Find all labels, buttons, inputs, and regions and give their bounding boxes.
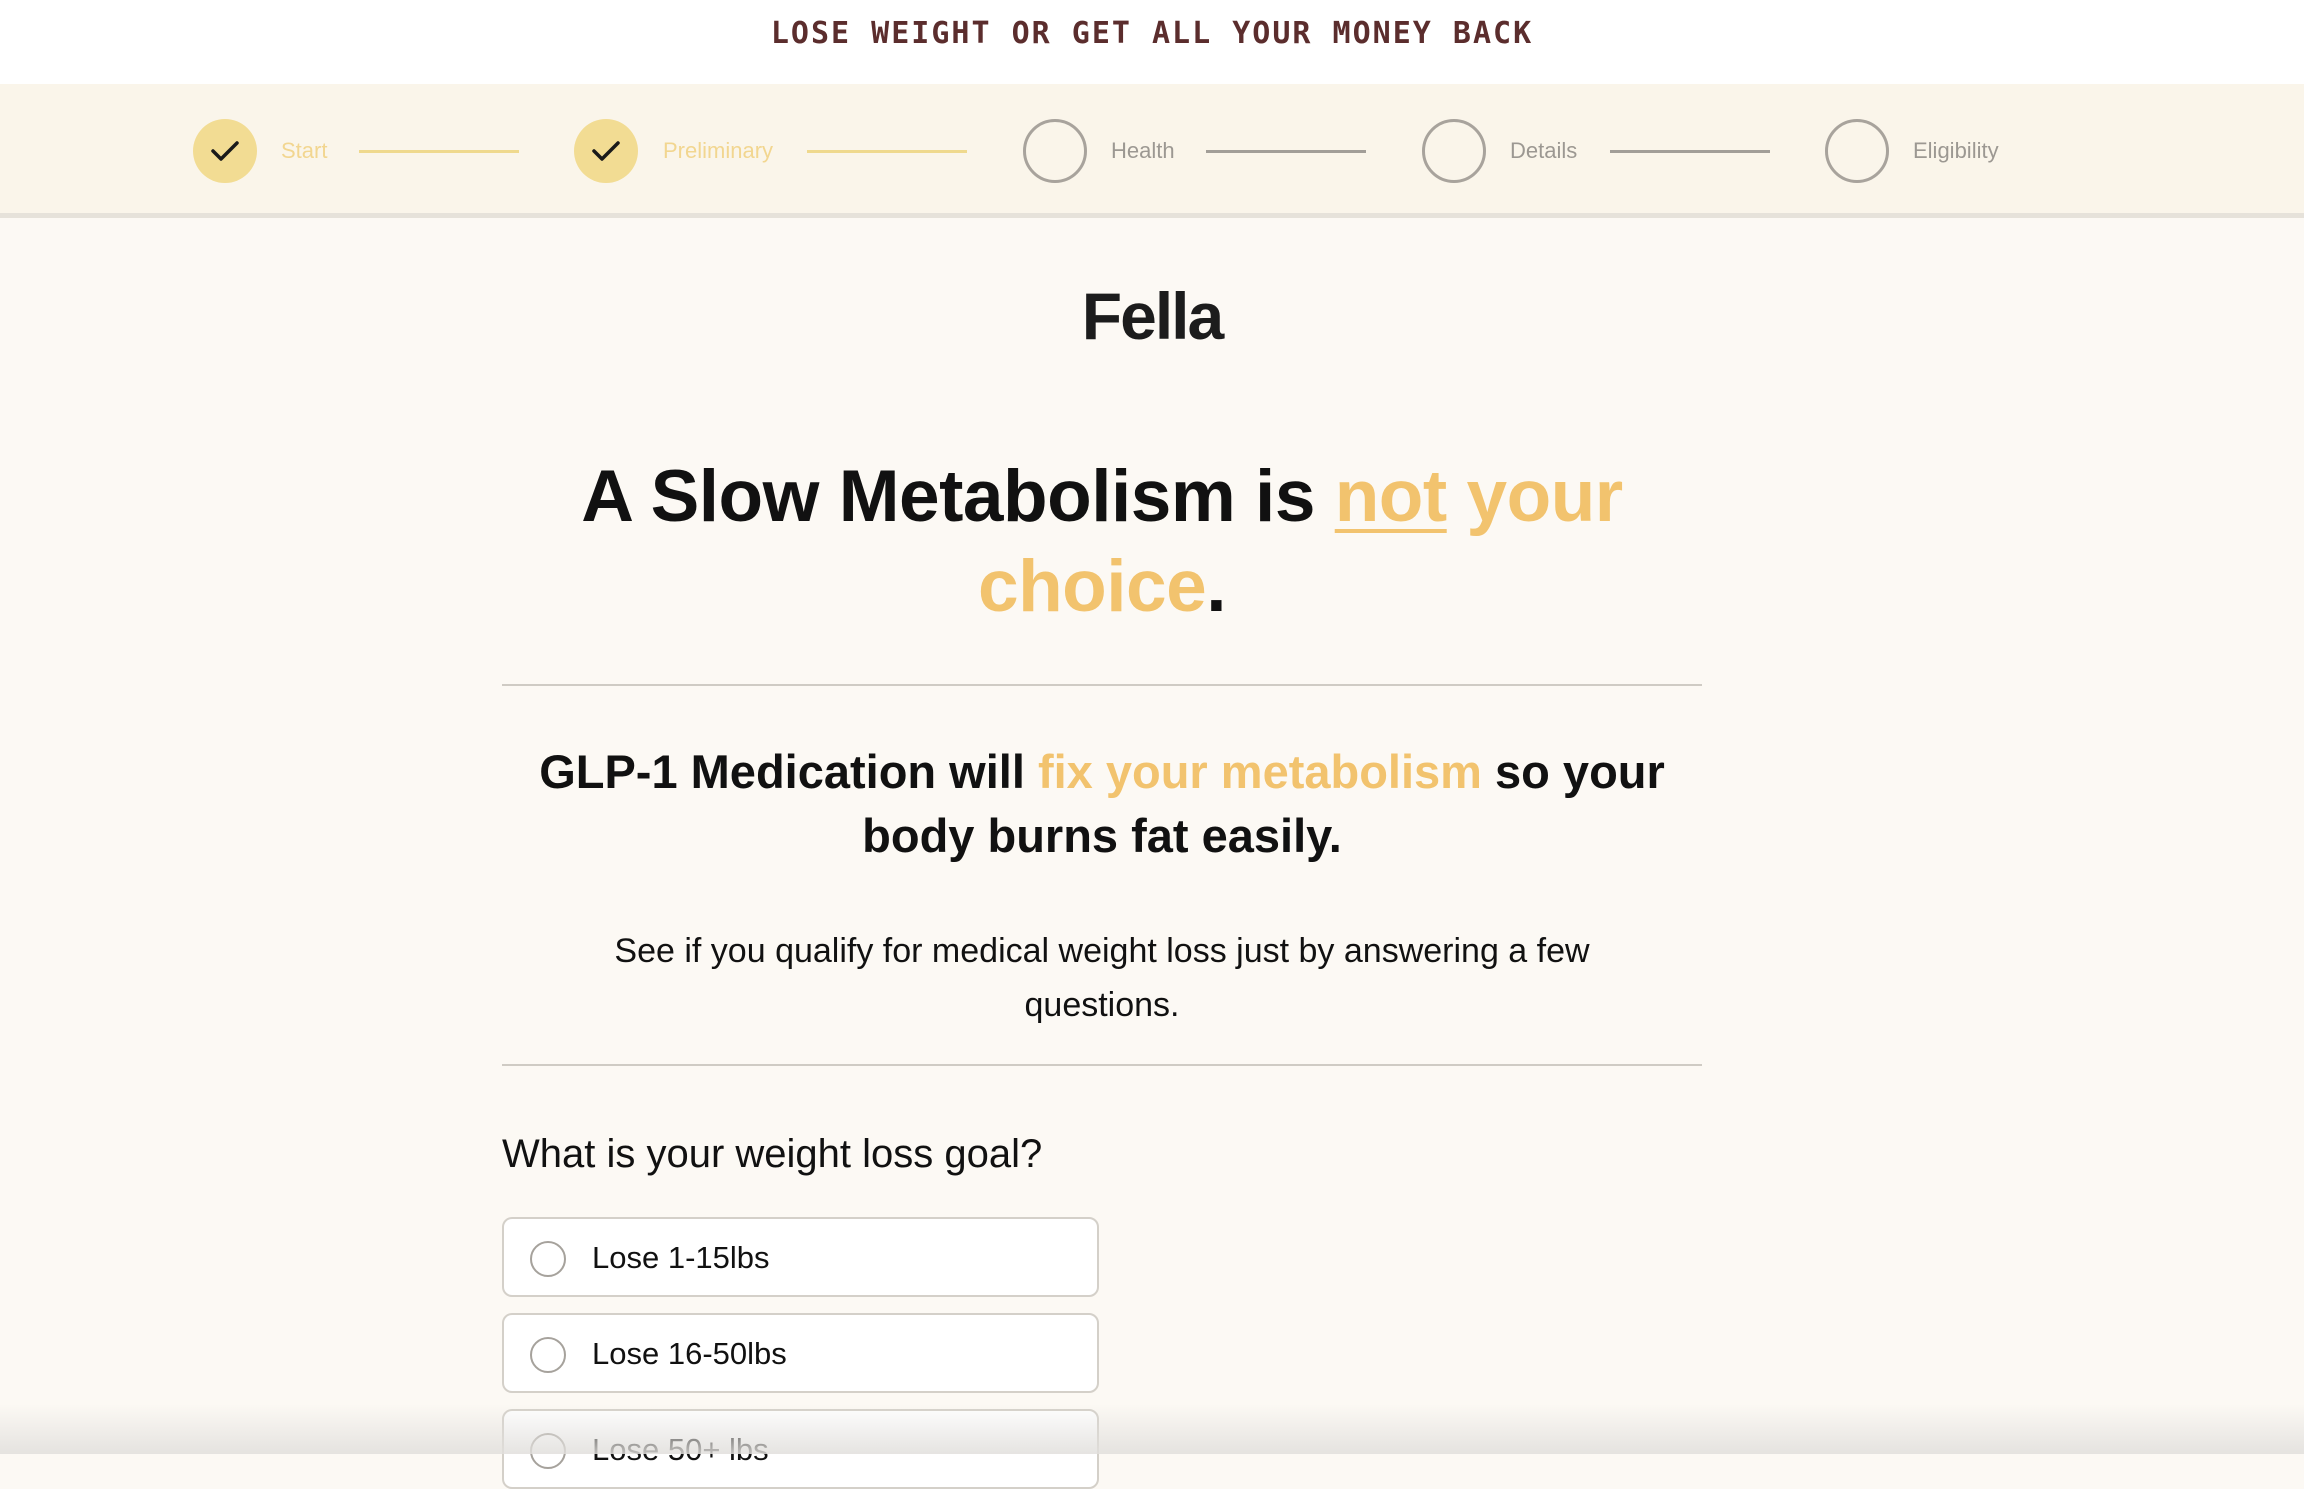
- step-connector: [1610, 150, 1770, 153]
- step-start-indicator: [193, 119, 257, 183]
- step-start-label: Start: [281, 138, 328, 163]
- step-connector: [1206, 150, 1366, 153]
- section-divider: [502, 1064, 1702, 1066]
- radio-button[interactable]: [530, 1241, 566, 1277]
- promo-banner: LOSE WEIGHT OR GET ALL YOUR MONEY BACK: [0, 0, 2304, 84]
- step-health-indicator: [1023, 119, 1087, 183]
- scroll-fade-overlay: [0, 1404, 2304, 1454]
- option-label: Lose 1-15lbs: [592, 1240, 770, 1275]
- step-health-label: Health: [1111, 138, 1175, 163]
- intro-text: See if you qualify for medical weight lo…: [614, 932, 1590, 1024]
- step-details-indicator: [1422, 119, 1486, 183]
- subheadline-emphasis: fix your metabolism: [1037, 745, 1482, 798]
- step-preliminary-indicator: [574, 119, 638, 183]
- checkmark-icon: [592, 141, 620, 161]
- quiz-question: What is your weight loss goal?: [502, 1132, 1043, 1176]
- step-connector: [807, 150, 967, 153]
- step-eligibility-indicator: [1825, 119, 1889, 183]
- hero-subheadline: GLP-1 Medication will fix your metabolis…: [500, 740, 1704, 868]
- goal-option-1-15lbs[interactable]: Lose 1-15lbs: [502, 1217, 1099, 1297]
- radio-button[interactable]: [530, 1337, 566, 1373]
- option-label: Lose 16-50lbs: [592, 1336, 787, 1371]
- radio-button[interactable]: [530, 1433, 566, 1469]
- headline-period: .: [1206, 546, 1227, 627]
- subheadline-text: GLP-1 Medication will: [539, 745, 1038, 798]
- checkmark-icon: [211, 141, 239, 161]
- goal-option-50-plus-lbs[interactable]: Lose 50+ lbs: [502, 1409, 1099, 1489]
- step-preliminary-label: Preliminary: [663, 138, 774, 163]
- headline-text: A Slow Metabolism is: [581, 456, 1335, 537]
- promo-banner-text: LOSE WEIGHT OR GET ALL YOUR MONEY BACK: [770, 15, 1534, 51]
- option-label: Lose 50+ lbs: [592, 1432, 769, 1467]
- section-divider: [502, 684, 1702, 686]
- goal-option-16-50lbs[interactable]: Lose 16-50lbs: [502, 1313, 1099, 1393]
- step-eligibility-label: Eligibility: [1913, 138, 1999, 163]
- brand-logo: Fella: [1081, 279, 1224, 353]
- hero-headline: A Slow Metabolism is not your choice.: [480, 452, 1724, 632]
- headline-emphasis-underlined: not: [1334, 456, 1448, 537]
- progress-stepper: Start Preliminary Health Details Eligibi…: [0, 84, 2304, 218]
- step-connector: [359, 150, 519, 153]
- step-details-label: Details: [1510, 138, 1578, 163]
